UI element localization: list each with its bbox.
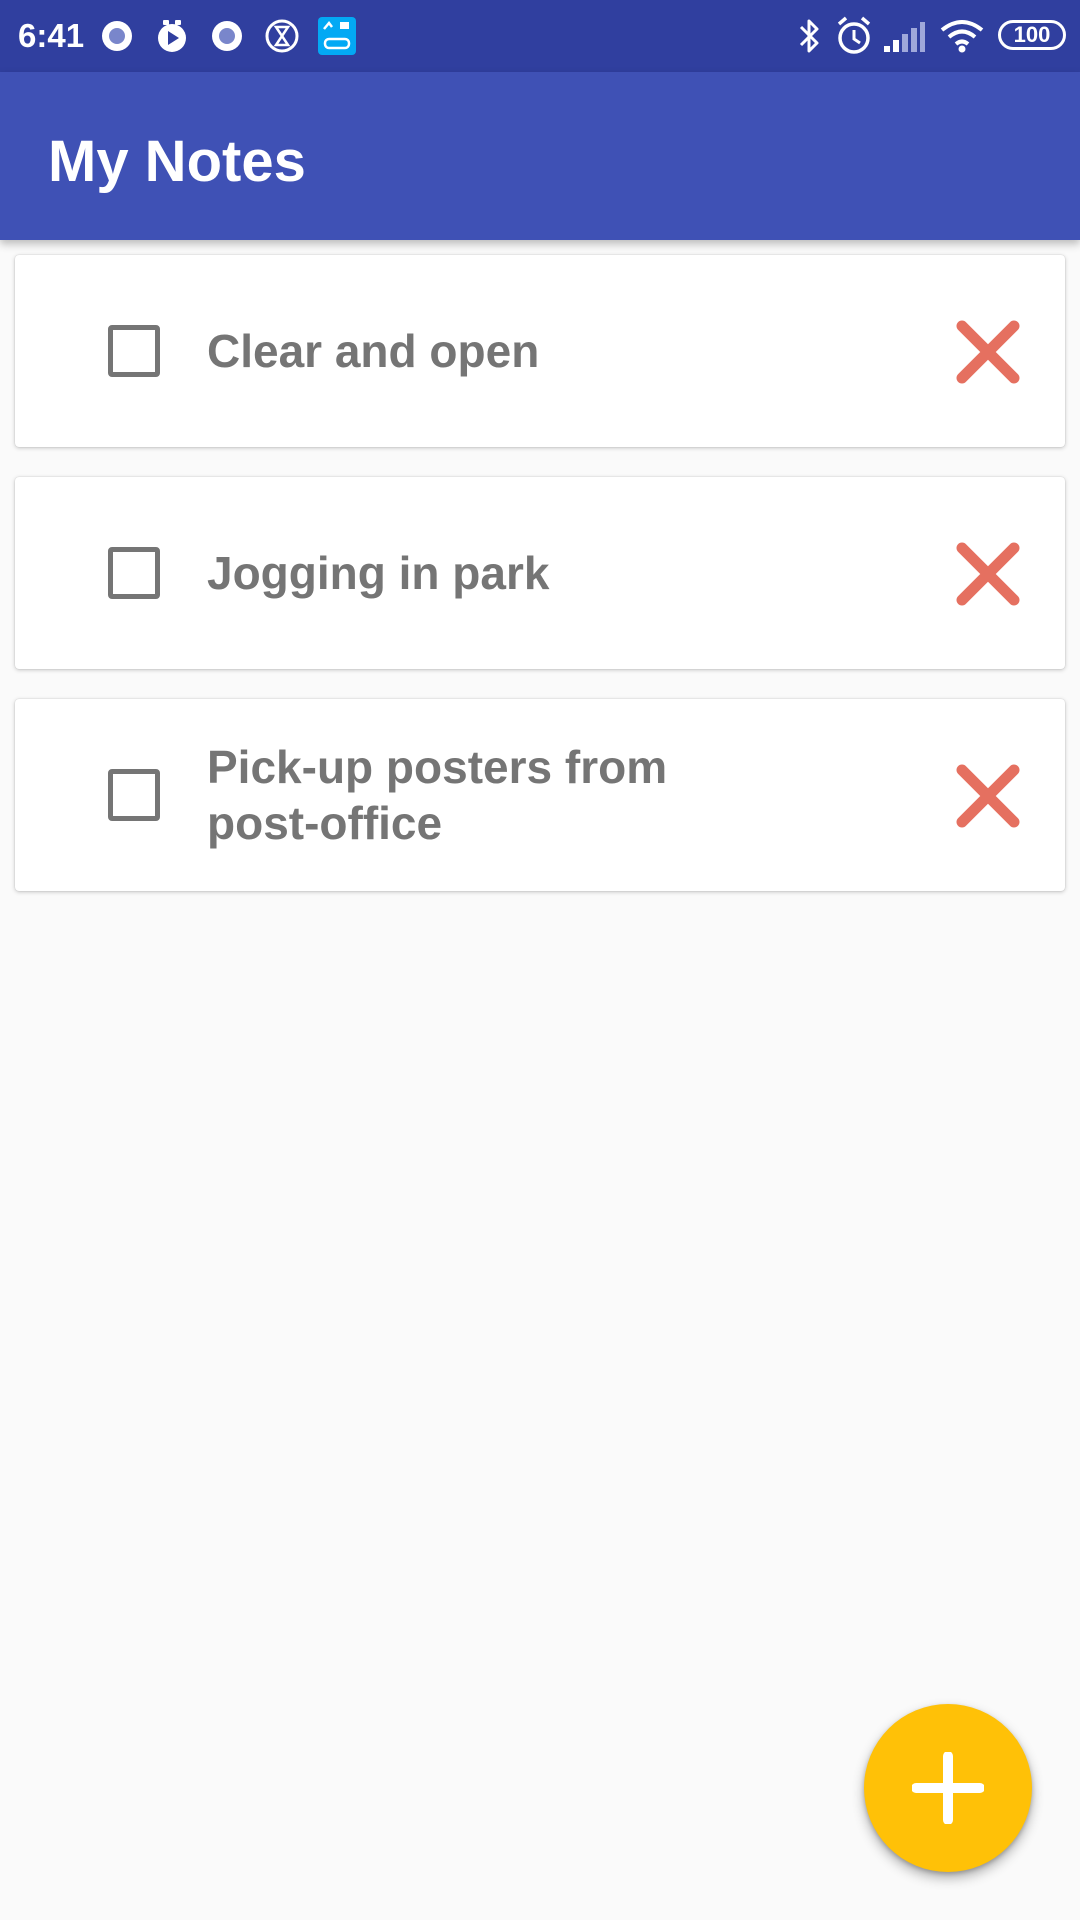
record-icon	[212, 21, 242, 51]
delete-icon[interactable]	[953, 539, 1023, 609]
fitness-app-icon	[318, 17, 356, 55]
wifi-icon	[940, 20, 984, 53]
note-text: Clear and open	[207, 325, 540, 377]
signal-icon	[884, 22, 925, 52]
battery-icon: 100	[998, 20, 1066, 50]
app-bar: My Notes	[0, 72, 1080, 240]
play-timer-icon	[158, 20, 186, 52]
bluetooth-icon	[799, 19, 819, 53]
note-checkbox[interactable]	[108, 325, 160, 377]
page-title: My Notes	[48, 129, 306, 194]
note-checkbox[interactable]	[108, 547, 160, 599]
delete-icon[interactable]	[953, 761, 1023, 831]
alarm-icon	[837, 16, 871, 54]
note-card[interactable]: Jogging in park	[15, 477, 1065, 669]
note-card[interactable]: Pick-up posters from post-office	[15, 699, 1065, 891]
note-text: Jogging in park	[207, 547, 550, 599]
add-note-button[interactable]	[864, 1704, 1032, 1872]
record-icon	[102, 21, 132, 51]
status-bar: 6:41 100	[0, 0, 1080, 72]
status-time: 6:41	[18, 17, 85, 54]
note-checkbox[interactable]	[108, 769, 160, 821]
notes-list: Clear and open Jogging in park Pick-up p…	[0, 0, 1080, 1920]
hourglass-icon	[265, 19, 299, 53]
plus-icon	[912, 1752, 984, 1824]
delete-icon[interactable]	[953, 317, 1023, 387]
note-card[interactable]: Clear and open	[15, 255, 1065, 447]
note-text: Pick-up posters from post-office	[207, 741, 668, 849]
